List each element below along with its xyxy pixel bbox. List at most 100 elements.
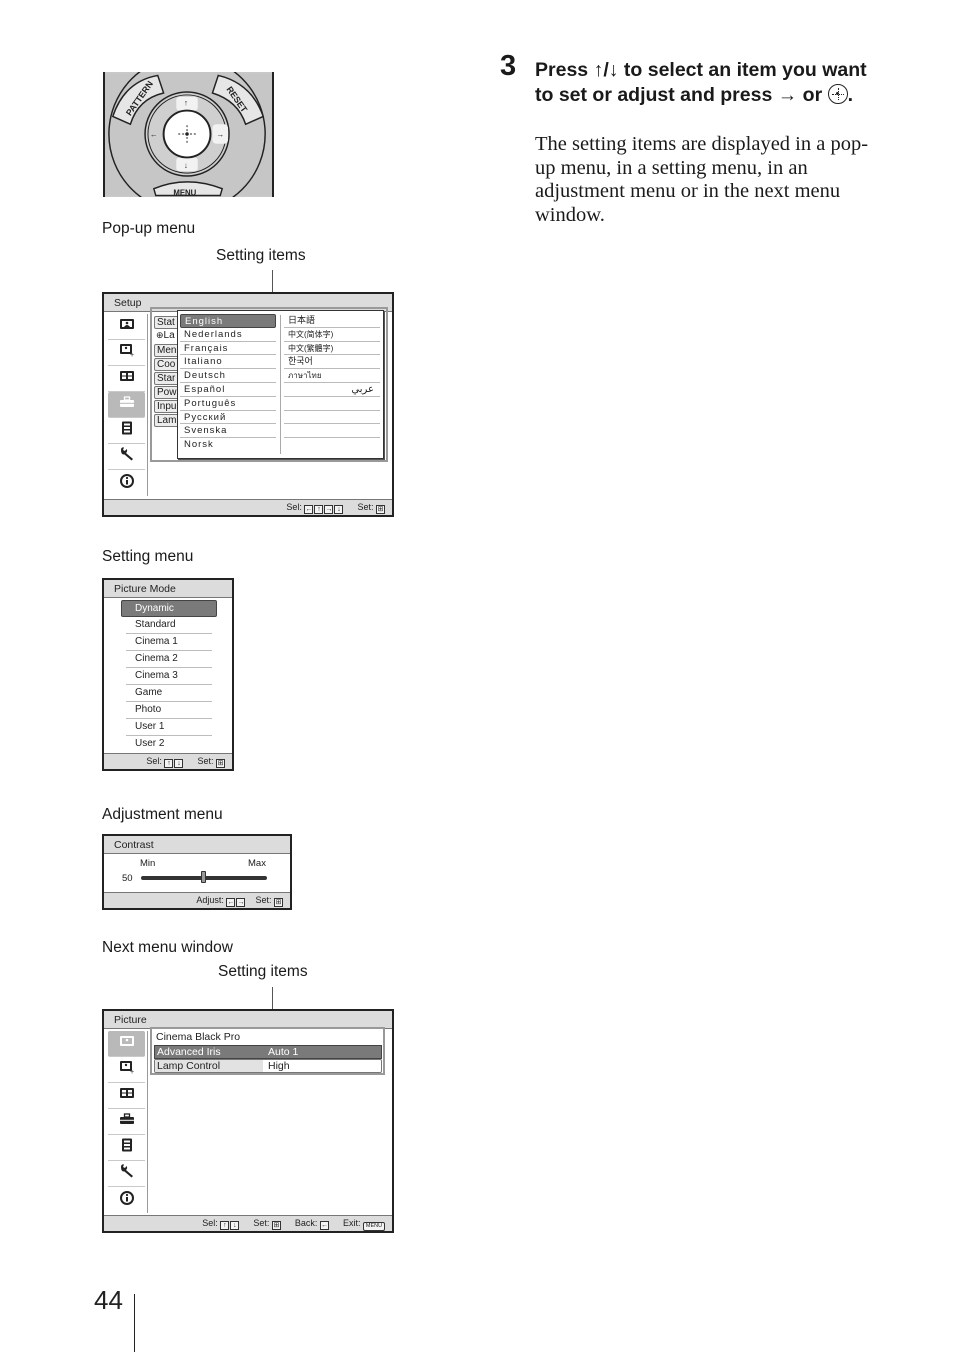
language-option[interactable]: Deutsch bbox=[180, 369, 276, 383]
information-icon bbox=[119, 473, 135, 493]
sidebar-item-installation[interactable] bbox=[108, 1161, 145, 1187]
left-key-icon: ← bbox=[319, 1221, 329, 1230]
globe-icon: ⊕ bbox=[156, 330, 164, 340]
picture-sidebar: + bbox=[106, 1031, 148, 1213]
sidebar-item-picture[interactable] bbox=[108, 314, 145, 340]
menu-row-lamp-control[interactable]: Lamp Control High bbox=[154, 1059, 382, 1073]
sidebar-item-picture-advanced[interactable]: + bbox=[108, 1057, 145, 1083]
language-option[interactable]: عربي bbox=[284, 383, 380, 397]
page-number-rule bbox=[134, 1294, 135, 1352]
picture-mode-option[interactable]: Photo bbox=[126, 702, 212, 719]
sidebar-item-information[interactable] bbox=[108, 470, 145, 496]
slider-max-label: Max bbox=[248, 858, 266, 869]
language-popup: English Nederlands Français Italiano Deu… bbox=[177, 310, 384, 459]
sidebar-item-information[interactable] bbox=[108, 1187, 145, 1213]
remote-buttons-drawing: PATTERN RESET MENU ↑ ↓ ← → bbox=[105, 72, 272, 197]
right-key-icon: → bbox=[236, 898, 246, 907]
language-option-empty bbox=[284, 438, 380, 452]
sidebar-item-picture-advanced[interactable]: + bbox=[108, 340, 145, 366]
sidebar-item-function[interactable] bbox=[108, 418, 145, 444]
information-icon bbox=[119, 1190, 135, 1210]
svg-text:↑: ↑ bbox=[184, 99, 188, 108]
picture-mode-option-dynamic[interactable]: Dynamic bbox=[121, 600, 217, 617]
picture-mode-option[interactable]: Cinema 2 bbox=[126, 651, 212, 668]
language-option[interactable]: Italiano bbox=[180, 355, 276, 370]
setup-toolbox-icon bbox=[119, 395, 135, 414]
language-option[interactable]: Svenska bbox=[180, 424, 276, 439]
picture-menu-window: Picture + Cinema Black Pro Advanced Iris… bbox=[102, 1009, 394, 1233]
menu-row-cinema-black-pro[interactable]: Cinema Black Pro bbox=[154, 1031, 382, 1045]
function-icon bbox=[119, 421, 135, 440]
picture-mode-option[interactable]: Cinema 3 bbox=[126, 668, 212, 685]
left-key-icon: ← bbox=[226, 898, 236, 907]
picture-mode-option[interactable]: User 1 bbox=[126, 719, 212, 736]
language-option[interactable]: Português bbox=[180, 397, 276, 411]
language-option[interactable]: Nederlands bbox=[180, 328, 276, 342]
menu-row-advanced-iris[interactable]: Advanced Iris Auto 1 bbox=[154, 1045, 382, 1059]
sidebar-item-setup[interactable] bbox=[108, 1109, 145, 1135]
installation-wrench-icon bbox=[119, 447, 135, 466]
down-key-icon: ↓ bbox=[230, 1221, 240, 1230]
picture-icon bbox=[119, 1034, 135, 1053]
picture-advanced-icon: + bbox=[119, 343, 135, 362]
down-key-icon: ↓ bbox=[174, 759, 184, 768]
contrast-title: Contrast bbox=[104, 836, 290, 854]
language-option[interactable]: ภาษาไทย bbox=[284, 369, 380, 383]
enter-key-icon: ⊞ bbox=[216, 759, 225, 768]
step-body: The setting items are displayed in a pop… bbox=[535, 133, 869, 227]
picture-mode-option[interactable]: Game bbox=[126, 685, 212, 702]
picture-advanced-icon: + bbox=[119, 1060, 135, 1079]
setup-footer: Sel: ← ↑ → ↓ Set: ⊞ bbox=[104, 499, 392, 515]
installation-wrench-icon bbox=[119, 1164, 135, 1183]
screen-icon bbox=[119, 369, 135, 388]
language-option[interactable]: Español bbox=[180, 383, 276, 397]
setting-menu-caption: Setting menu bbox=[102, 548, 194, 565]
svg-text:+: + bbox=[130, 1069, 134, 1074]
language-option[interactable]: 中文(简体字) bbox=[284, 328, 380, 342]
step-number: 3 bbox=[500, 50, 517, 82]
language-option[interactable]: 한국어 bbox=[284, 355, 380, 370]
setup-sidebar: + bbox=[106, 314, 148, 496]
language-list-left: English Nederlands Français Italiano Deu… bbox=[180, 314, 276, 452]
popup-setting-items-callout: Setting items bbox=[216, 247, 306, 264]
sidebar-item-screen[interactable] bbox=[108, 1083, 145, 1109]
language-option-empty bbox=[284, 411, 380, 425]
svg-text:+: + bbox=[130, 352, 134, 357]
language-option-empty bbox=[284, 397, 380, 411]
screen-icon bbox=[119, 1086, 135, 1105]
language-option[interactable]: Русский bbox=[180, 411, 276, 425]
right-arrow-icon: → bbox=[777, 83, 798, 106]
language-list-right: 日本語 中文(简体字) 中文(繁體字) 한국어 ภาษาไทย عربي bbox=[284, 314, 380, 452]
svg-text:→: → bbox=[216, 130, 224, 139]
picture-mode-option[interactable]: Standard bbox=[126, 617, 212, 634]
enter-key-icon: ⊞ bbox=[271, 1221, 281, 1230]
sidebar-item-installation[interactable] bbox=[108, 444, 145, 470]
language-option[interactable]: Français bbox=[180, 342, 276, 356]
up-key-icon: ↑ bbox=[164, 759, 174, 768]
enter-button-icon bbox=[827, 83, 848, 104]
picture-mode-option[interactable]: Cinema 1 bbox=[126, 634, 212, 651]
adjustment-menu-caption: Adjustment menu bbox=[102, 806, 223, 823]
next-setting-items-callout: Setting items bbox=[218, 963, 308, 980]
setup-popup-window: Setup + Stat ⊕La Men Coo Star Pow Inpu L… bbox=[102, 292, 394, 517]
up-key-icon: ↑ bbox=[314, 505, 324, 514]
picture-mode-option[interactable]: User 2 bbox=[126, 736, 212, 753]
contrast-value: 50 bbox=[122, 873, 133, 884]
language-option[interactable]: Norsk bbox=[180, 438, 276, 452]
language-option[interactable]: 中文(繁體字) bbox=[284, 342, 380, 356]
language-option-english[interactable]: English bbox=[180, 314, 276, 328]
remote-control-illustration: PATTERN RESET MENU ↑ ↓ ← → bbox=[103, 72, 274, 197]
picture-footer: Sel: ↑ ↓ Set: ⊞ Back: ← Exit: MENU bbox=[104, 1215, 392, 1231]
picture-icon bbox=[119, 317, 135, 336]
sidebar-item-screen[interactable] bbox=[108, 366, 145, 392]
language-option[interactable]: 日本語 bbox=[284, 314, 380, 328]
popup-menu-caption: Pop-up menu bbox=[102, 220, 196, 237]
step-heading: Press ↑/↓ to select an item you want to … bbox=[535, 59, 867, 106]
sidebar-item-setup[interactable] bbox=[108, 392, 145, 418]
contrast-slider-thumb[interactable] bbox=[201, 871, 206, 883]
sidebar-item-picture[interactable] bbox=[108, 1031, 145, 1057]
column-divider bbox=[280, 315, 281, 454]
menu-label: MENU bbox=[173, 189, 196, 197]
sidebar-item-function[interactable] bbox=[108, 1135, 145, 1161]
left-button[interactable]: ← bbox=[150, 130, 158, 139]
